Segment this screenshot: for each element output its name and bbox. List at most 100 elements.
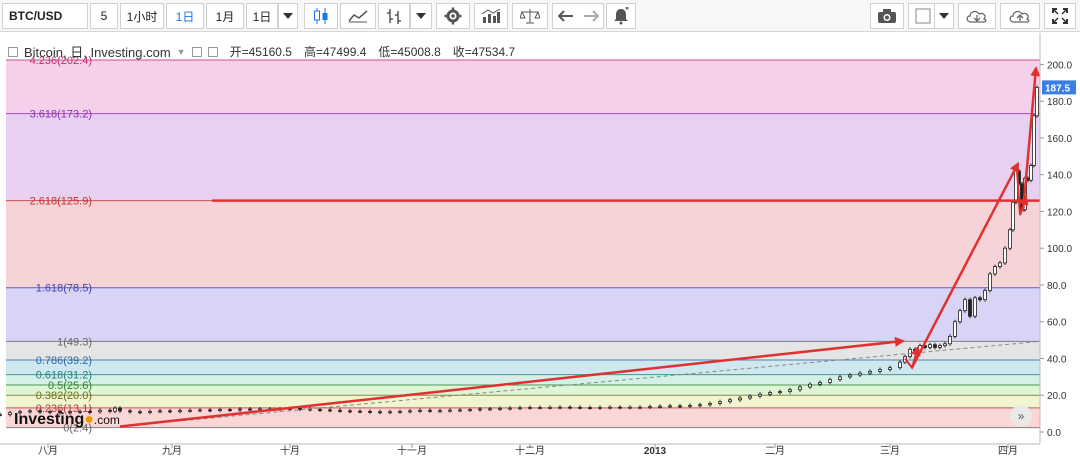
candle-body [778, 391, 782, 393]
candle-body [698, 404, 702, 407]
candle-body [758, 393, 762, 397]
timeframe-1h-button[interactable]: 1小时 [120, 3, 164, 29]
candle-body [998, 262, 1002, 267]
chart-svg[interactable]: 4.236(202.4)3.618(173.2)2.618(125.9)1.61… [0, 33, 1080, 458]
candle-body [548, 406, 552, 409]
close-square-icon[interactable] [207, 46, 218, 57]
candle-body [568, 406, 572, 409]
candle-body [608, 406, 612, 409]
cloud-upload-icon[interactable] [1000, 3, 1040, 29]
x-tick-label: 三月 [880, 445, 900, 457]
ohlc-open: 开=45160.5 [229, 45, 292, 59]
candlestick-icon[interactable] [304, 3, 338, 29]
candle-body [588, 407, 592, 409]
investing-logo: Investing●.com [14, 411, 120, 429]
candle-body [1011, 201, 1015, 231]
candle-body [488, 408, 492, 411]
y-tick-label: 180.0 [1047, 97, 1072, 108]
candle-body [428, 409, 432, 412]
candle-body [448, 409, 452, 412]
chart-area[interactable]: 4.236(202.4) 3.618(173.2) 2.618(125.9) 1.61… [0, 33, 1080, 458]
candle-body [968, 299, 972, 317]
candle-body [978, 297, 982, 301]
candle-body [178, 410, 182, 413]
fib-label: 0.382(20.0) [36, 390, 92, 402]
y-tick-label: 80.0 [1047, 281, 1067, 292]
camera-icon[interactable] [870, 3, 904, 29]
chart-header: Bitcoin, 日, Investing.com ▼ 开=45160.5 高=… [8, 42, 515, 61]
symbol-input[interactable]: BTC/USD [2, 3, 88, 29]
timeframe-1d-button[interactable]: 1日 [166, 3, 204, 29]
logo-dot-icon: ● [84, 411, 94, 428]
candle-body [1035, 86, 1039, 117]
timeframe-1m-button[interactable]: 1月 [206, 3, 244, 29]
candle-body [848, 374, 852, 378]
candle-body [248, 408, 252, 411]
candle-body [648, 406, 652, 409]
candle-body [858, 372, 862, 376]
candle-body [638, 406, 642, 409]
x-tick-label: 二月 [765, 445, 785, 457]
settings-square-icon[interactable] [191, 46, 202, 57]
timeframe-dropdown-icon[interactable] [278, 3, 298, 29]
x-tick-label: 九月 [162, 445, 182, 457]
fib-band [6, 359, 1040, 375]
balance-icon[interactable] [512, 3, 548, 29]
cloud-download-icon[interactable] [958, 3, 996, 29]
undo-icon[interactable] [552, 3, 578, 29]
candle-body [828, 379, 832, 383]
redo-icon[interactable] [578, 3, 604, 29]
candle-body [953, 321, 957, 337]
candle-body [358, 410, 362, 413]
candle-body [8, 412, 12, 415]
candle-body [1032, 115, 1036, 166]
y-tick-label: 40.0 [1047, 354, 1067, 365]
candle-body [418, 409, 422, 412]
candle-body [188, 409, 192, 412]
candle-body [408, 410, 412, 413]
candle-body [983, 290, 987, 301]
candle-body [993, 266, 997, 275]
timeframe-custom-button[interactable]: 1日 [246, 3, 278, 29]
scroll-right-button[interactable]: » [1010, 405, 1032, 427]
collapse-icon[interactable] [8, 46, 18, 57]
y-tick-label: 120.0 [1047, 207, 1072, 218]
candle-body [738, 397, 742, 401]
interval-input[interactable]: 5 [90, 3, 118, 29]
candle-body [768, 392, 772, 395]
candle-body [963, 299, 967, 312]
candle-body [943, 343, 947, 347]
logo-suffix: .com [93, 413, 120, 427]
candle-body [0, 414, 2, 416]
alert-icon[interactable] [606, 3, 636, 29]
candle-body [148, 411, 152, 413]
candle-body [338, 409, 342, 412]
candle-body [328, 409, 332, 412]
candle-body [898, 361, 902, 369]
candle-body [558, 406, 562, 409]
line-chart-icon[interactable] [340, 3, 376, 29]
candle-body [388, 411, 392, 414]
candle-body [868, 370, 872, 374]
indicators-icon[interactable] [474, 3, 508, 29]
candle-body [798, 386, 802, 391]
candle-body [238, 408, 242, 411]
chart-type-dropdown-icon[interactable] [410, 3, 432, 29]
title-dropdown-icon[interactable]: ▼ [177, 47, 186, 57]
candle-body [728, 399, 732, 403]
candle-body [208, 409, 212, 412]
fullscreen-icon[interactable] [1044, 3, 1076, 29]
x-tick-label: 四月 [998, 445, 1018, 457]
candle-body [378, 411, 382, 414]
candle-body [658, 405, 662, 408]
settings-icon[interactable] [436, 3, 470, 29]
candle-body [228, 409, 232, 411]
bar-chart-icon[interactable] [378, 3, 410, 29]
color-dropdown-icon[interactable] [934, 3, 954, 29]
candle-body [838, 376, 842, 381]
last-price-label: 187.5 [1045, 83, 1070, 94]
candle-body [398, 411, 402, 413]
y-tick-label: 20.0 [1047, 391, 1067, 402]
fib-label: 3.618(173.2) [30, 109, 92, 121]
candle-body [578, 406, 582, 409]
